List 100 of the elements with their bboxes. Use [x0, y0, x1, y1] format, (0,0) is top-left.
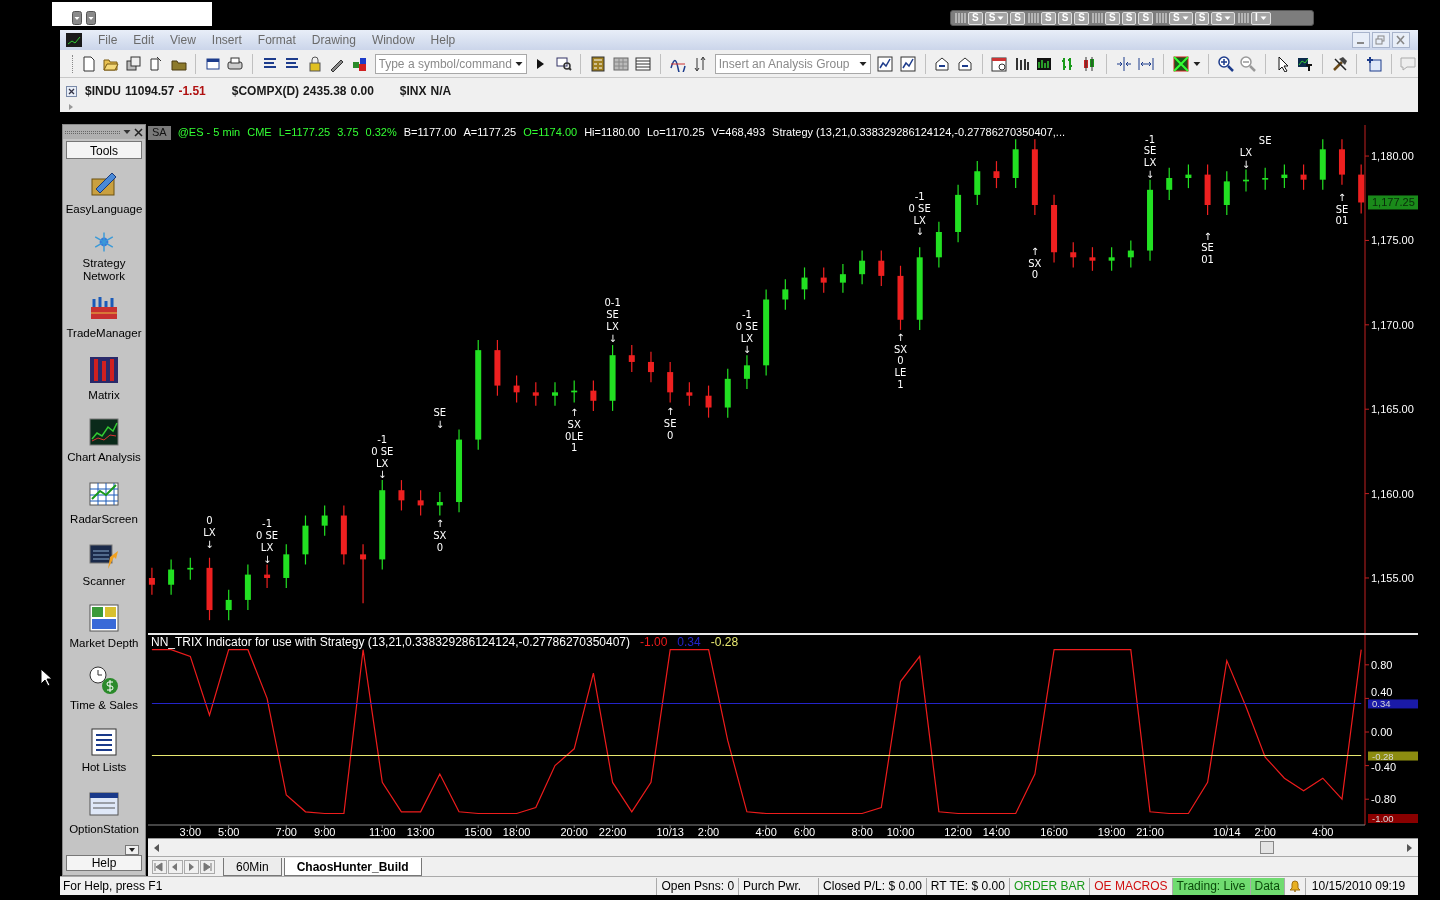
quote-symbol: $INDU — [85, 83, 121, 100]
tool-button[interactable]: EasyLanguage — [63, 159, 145, 221]
signal-label: SX — [1028, 257, 1042, 269]
tool-button[interactable]: Matrix — [63, 345, 145, 407]
quote-last: 11094.57 — [125, 83, 175, 100]
help-button[interactable]: Help — [66, 855, 142, 871]
quick-button[interactable]: S — [1169, 11, 1193, 25]
dropdown-button[interactable] — [86, 11, 96, 25]
price-axis-label: 1,165.00 — [1371, 403, 1414, 416]
chart-text-icon[interactable] — [1297, 55, 1314, 72]
close-icon[interactable] — [134, 127, 143, 137]
next-tab-button[interactable] — [184, 859, 199, 874]
tool-button[interactable]: OptionStation — [63, 779, 145, 841]
time-axis-label: 12:00 — [944, 826, 972, 838]
caret-icon[interactable] — [1193, 60, 1202, 67]
candle — [801, 266, 808, 301]
quick-button[interactable]: S — [1010, 11, 1025, 25]
analysis-group-field[interactable]: Insert an Analysis Group — [714, 53, 871, 74]
sheet-tab[interactable]: 60Min — [223, 858, 282, 876]
tool-button[interactable]: TradeManager — [63, 283, 145, 345]
tool-button[interactable]: Chart Analysis — [63, 407, 145, 469]
menu-item[interactable]: Edit — [125, 31, 163, 49]
bell-icon[interactable] — [1288, 880, 1301, 892]
table-icon[interactable] — [635, 55, 652, 72]
tool-button[interactable]: Hot Lists — [63, 717, 145, 779]
cross-grid-icon[interactable] — [1172, 55, 1189, 72]
candle — [820, 266, 827, 294]
quick-button[interactable]: S — [984, 11, 1009, 25]
first-tab-button[interactable] — [152, 859, 167, 874]
minimize-button[interactable] — [1352, 32, 1370, 48]
menu-item[interactable]: File — [90, 31, 126, 49]
menu-item[interactable]: Insert — [203, 31, 250, 49]
candle — [264, 563, 271, 589]
quick-button[interactable]: S — [1105, 11, 1120, 25]
quick-button[interactable]: S — [1138, 11, 1154, 25]
menu-item[interactable]: Window — [363, 31, 423, 49]
compress-icon[interactable] — [1115, 55, 1132, 72]
symbol-field[interactable]: Type a symbol/command — [374, 53, 527, 74]
quick-button[interactable]: S — [1194, 11, 1210, 25]
tool-button[interactable]: RadarScreen — [63, 469, 145, 531]
close-button[interactable] — [1392, 32, 1410, 48]
previous-tab-button[interactable] — [168, 859, 183, 874]
candle — [1243, 168, 1249, 193]
calculator-icon[interactable] — [590, 55, 607, 72]
indicator-legend-text: -0.28 — [709, 636, 740, 648]
quick-button[interactable]: S — [968, 11, 983, 25]
candle — [782, 278, 789, 311]
last-tab-button[interactable] — [200, 859, 215, 874]
quick-button[interactable]: S — [1057, 11, 1073, 25]
printer-icon[interactable] — [227, 55, 244, 72]
tool-button[interactable]: Strategy Network — [63, 221, 145, 283]
expand-icon[interactable] — [1138, 55, 1155, 72]
candle — [859, 249, 866, 285]
calendar-icon[interactable] — [991, 55, 1008, 72]
new-document-icon[interactable] — [80, 55, 97, 72]
caret-icon[interactable] — [123, 129, 131, 135]
quick-button[interactable]: I — [1251, 11, 1271, 25]
close-icon[interactable] — [66, 85, 77, 97]
chart-icon[interactable] — [899, 55, 916, 72]
chart-icon[interactable] — [877, 55, 894, 72]
menu-item[interactable]: Drawing — [303, 31, 364, 49]
quick-button[interactable]: S — [1211, 11, 1236, 25]
hammer-icon[interactable] — [1331, 55, 1348, 72]
scroll-right-button[interactable] — [1404, 841, 1414, 854]
sheet-tab[interactable]: ChaosHunter_Build — [283, 858, 422, 876]
signal-label: LX — [740, 332, 754, 344]
tool-button[interactable]: Market Depth — [63, 593, 145, 655]
scroll-down-button[interactable] — [125, 845, 139, 855]
menu-item[interactable]: Format — [249, 31, 304, 49]
chart-legend-text: Hi=1180.00 — [584, 127, 640, 138]
clock-dollar-icon — [88, 665, 120, 695]
candle — [993, 160, 1000, 189]
lock-icon[interactable] — [306, 55, 323, 72]
add-window-icon[interactable] — [1366, 55, 1382, 72]
cubes-icon[interactable] — [351, 55, 368, 72]
scroll-left-button[interactable] — [152, 841, 162, 854]
quick-button[interactable]: S — [1121, 11, 1137, 25]
quick-button[interactable]: S — [1041, 11, 1056, 25]
tool-button[interactable]: Scanner — [63, 531, 145, 593]
indicator-axis-label: 0.00 — [1371, 726, 1393, 738]
up-down-arrows-icon[interactable] — [692, 55, 708, 72]
quick-button[interactable]: S — [1074, 11, 1090, 25]
bars-icon[interactable] — [1013, 55, 1030, 72]
windows-icon[interactable] — [125, 55, 142, 72]
volume-bars-icon[interactable] — [1036, 55, 1053, 72]
tools-button[interactable]: Tools — [66, 141, 142, 159]
quote-symbol: $INX — [399, 83, 427, 100]
tool-button[interactable]: Time & Sales — [63, 655, 145, 717]
menu-item[interactable]: View — [162, 31, 204, 49]
menu-item[interactable]: Help — [422, 31, 464, 49]
grid-icon[interactable] — [612, 55, 629, 72]
status-field: Open Psns: 0 — [656, 877, 739, 895]
scroll-thumb[interactable] — [1260, 841, 1274, 854]
zoom-out-icon[interactable] — [1240, 55, 1257, 72]
zoom-in-icon[interactable] — [1217, 55, 1234, 72]
candle — [148, 567, 155, 596]
chart-search-icon[interactable] — [555, 55, 572, 72]
dropdown-button[interactable] — [72, 11, 82, 25]
print-preview-icon[interactable] — [205, 55, 221, 72]
price-axis-label: 1,155.00 — [1371, 572, 1414, 584]
